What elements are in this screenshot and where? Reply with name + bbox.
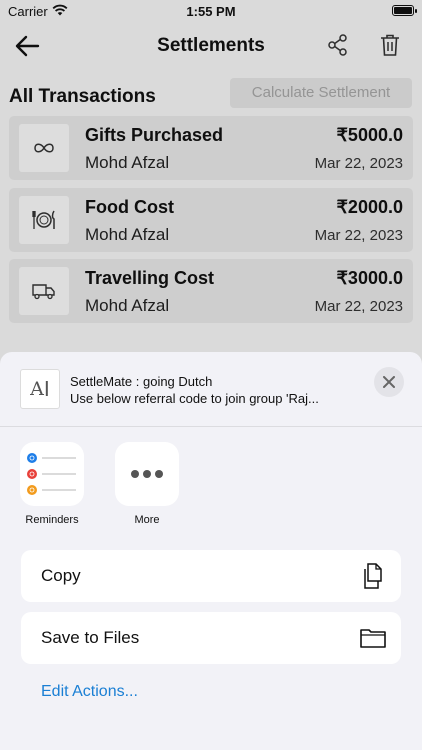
copy-label: Copy — [41, 566, 81, 585]
more-apps-button[interactable] — [115, 442, 179, 506]
save-to-files-action[interactable]: Save to Files — [21, 612, 401, 664]
close-button[interactable] — [374, 367, 404, 397]
divider — [0, 426, 422, 427]
more-icon — [131, 470, 163, 478]
share-preview-text: Use below referral code to join group 'R… — [70, 391, 319, 406]
save-to-files-label: Save to Files — [41, 628, 140, 647]
reminders-app-button[interactable] — [20, 442, 84, 506]
share-sheet: AI SettleMate : going Dutch Use below re… — [0, 352, 422, 750]
folder-icon — [360, 629, 386, 648]
reminders-label: Reminders — [25, 514, 79, 526]
copy-icon — [364, 563, 382, 589]
text-document-icon: AI — [20, 369, 60, 409]
share-preview-title: SettleMate : going Dutch — [70, 374, 213, 389]
more-label: More — [134, 514, 160, 526]
reminders-icon — [27, 453, 76, 495]
copy-action[interactable]: Copy — [21, 550, 401, 602]
close-icon — [383, 376, 395, 388]
edit-actions-link[interactable]: Edit Actions... — [41, 683, 138, 701]
